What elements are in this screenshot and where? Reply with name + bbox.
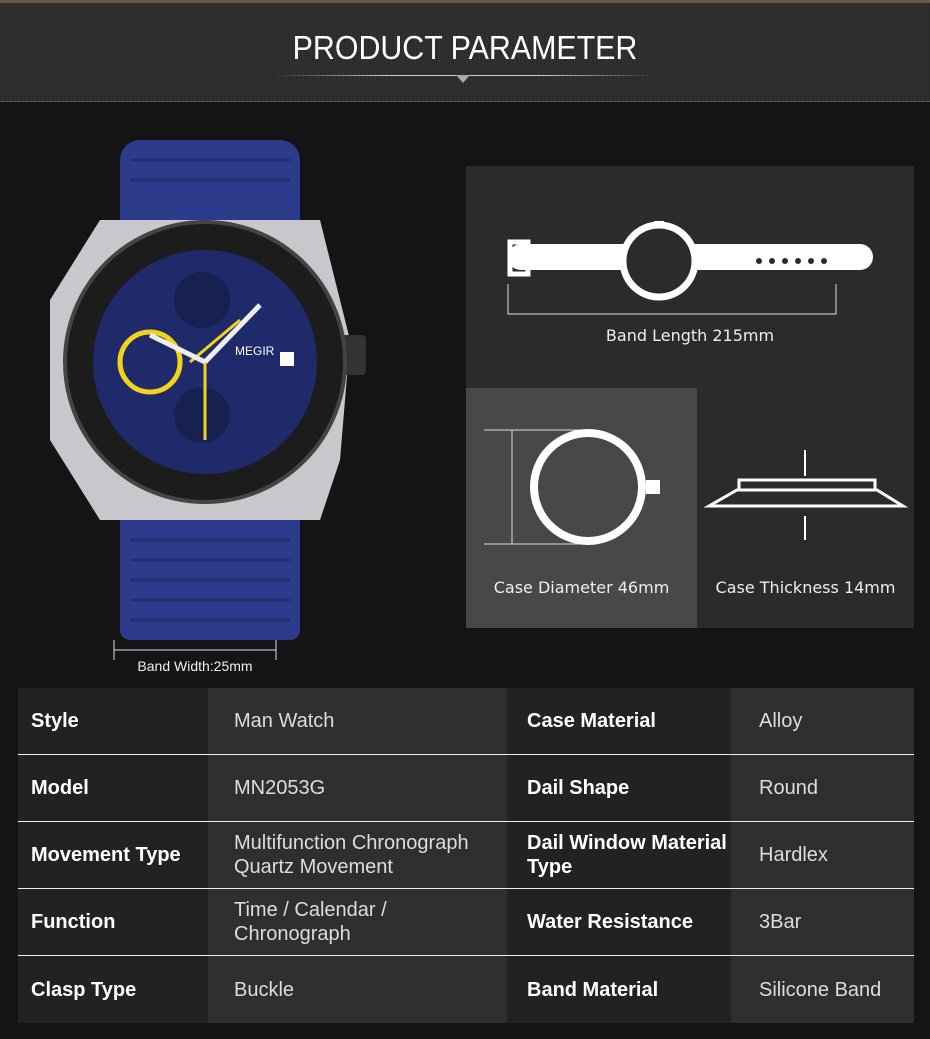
table-row: Clasp Type Buckle Band Material Silicone Ba… xyxy=(18,956,914,1023)
divider-notch xyxy=(456,75,470,83)
spec-label: Clasp Type xyxy=(18,956,208,1023)
table-row: Model MN2053G Dail Shape Round xyxy=(18,755,914,822)
band-length-panel: Band Length 215mm xyxy=(466,166,914,388)
spec-label: Movement Type xyxy=(18,822,208,888)
table-row: Function Time / Calendar / Chronograph Wat… xyxy=(18,889,914,956)
spec-value: MN2053G xyxy=(208,755,507,821)
case-diameter-diagram xyxy=(484,429,660,545)
spec-value: Multifunction Chronograph Quartz Movemen… xyxy=(208,822,507,888)
spec-value: Buckle xyxy=(208,956,507,1023)
spec-label: Style xyxy=(18,688,208,754)
table-row: Style Man Watch Case Material Alloy xyxy=(18,688,914,755)
section-header: PRODUCT PARAMETER xyxy=(0,0,930,102)
spec-value: Alloy xyxy=(731,688,914,754)
page-title: PRODUCT PARAMETER xyxy=(292,29,638,66)
case-thickness-label: Case Thickness 14mm xyxy=(715,578,896,597)
case-thickness-panel: Case Thickness 14mm xyxy=(697,388,914,628)
spec-label: Dail Shape xyxy=(507,755,731,821)
spec-value: Hardlex xyxy=(731,822,914,888)
band-diagram xyxy=(507,221,873,315)
case-thickness-diagram xyxy=(703,450,909,540)
spec-label: Water Resistance xyxy=(507,889,731,955)
watch-brand: MEGIR xyxy=(235,344,275,358)
spec-value: Man Watch xyxy=(208,688,507,754)
spec-label: Dail Window Material Type xyxy=(507,822,731,888)
band-length-label: Band Length 215mm xyxy=(605,326,775,345)
spec-value: 3Bar xyxy=(731,889,914,955)
table-row: Movement Type Multifunction Chronograph Q… xyxy=(18,822,914,889)
spec-label: Case Material xyxy=(507,688,731,754)
spec-value: Round xyxy=(731,755,914,821)
watch-image: MEGIR xyxy=(50,140,366,640)
case-diameter-panel: Case Diameter 46mm xyxy=(466,388,697,628)
case-diameter-label: Case Diameter 46mm xyxy=(493,578,670,597)
spec-label: Function xyxy=(18,889,208,955)
band-width-label: Band Width:25mm xyxy=(137,658,253,674)
spec-table: Style Man Watch Case Material Alloy Model MN… xyxy=(18,688,914,1023)
spec-value: Silicone Band xyxy=(731,956,914,1023)
spec-label: Model xyxy=(18,755,208,821)
spec-value: Time / Calendar / Chronograph xyxy=(208,889,507,955)
spec-label: Band Material xyxy=(507,956,731,1023)
